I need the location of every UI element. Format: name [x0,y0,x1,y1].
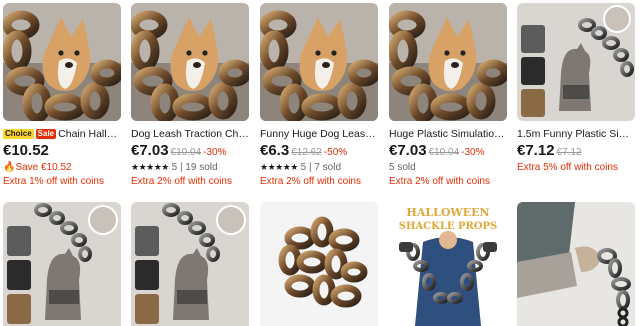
image-text-halloween: HALLOWEEN [406,206,489,219]
price-row: €7.03 €10.04 -30% [389,142,507,160]
price-row: €10.52 [3,142,121,160]
sold-count: 5 sold [389,162,416,173]
price-row: €6.3 €12.62 -50% [260,142,378,160]
product-image[interactable] [131,202,249,326]
product-image[interactable] [260,202,378,326]
rating-row: ★★★★★ 5 | 7 sold [260,161,378,174]
discount-badge: -50% [323,147,348,158]
product-price: €7.03 [389,142,427,159]
price-row: €7.12 €7.12 [517,142,635,160]
rating-value: 5 [171,162,178,173]
star-rating-icon: ★★★★★ [131,162,169,172]
star-rating-icon: ★★★★★ [260,162,298,172]
product-title[interactable]: Huge Plastic Simulation Iron Chain [389,127,507,141]
original-price: €10.04 [170,147,202,158]
coins-offer: Extra 2% off with coins [389,176,490,187]
coins-offer: Extra 2% off with coins [260,176,361,187]
rating-value: 5 [300,162,307,173]
original-price: €10.04 [428,147,460,158]
sold-count: | 19 sold [179,162,218,173]
save-amount: Save €10.52 [15,162,72,173]
coins-offer: Extra 2% off with coins [131,176,232,187]
product-image[interactable] [131,3,249,121]
product-image[interactable] [517,3,635,121]
choice-badge: Choice [3,129,34,139]
product-title[interactable]: ChoiceSaleChain Halloween Prop [3,127,121,141]
flame-icon: 🔥 [3,162,16,173]
product-price: €6.3 [260,142,290,159]
product-image[interactable] [260,3,378,121]
product-image[interactable]: HALLOWEEN SHACKLE PROPS [389,202,507,326]
price-row: €7.03 €10.04 -30% [131,142,249,160]
discount-badge: -30% [461,147,485,158]
product-price: €7.12 [517,142,555,159]
original-price: €7.12 [556,147,582,158]
coins-offer: Extra 5% off with coins [517,162,618,173]
product-image[interactable] [3,202,121,326]
product-price: €7.03 [131,142,169,159]
rating-row: ★★★★★ 5 | 19 sold [131,161,249,174]
coins-offer: Extra 1% off with coins [3,176,104,187]
product-image[interactable] [517,202,635,326]
product-price: €10.52 [3,142,49,159]
product-title-text: Chain Halloween Prop [58,128,121,140]
original-price: €12.62 [291,147,322,158]
product-image[interactable] [389,3,507,121]
product-title[interactable]: Funny Huge Dog Leash Simulation [260,127,378,141]
savings-row: 🔥Save €10.52 [3,161,121,174]
sold-count: | 7 sold [308,162,342,173]
product-title[interactable]: Dog Leash Traction Chain Halloween [131,127,249,141]
image-text-shackle-props: SHACKLE PROPS [399,221,498,232]
product-title[interactable]: 1.5m Funny Plastic Simulation Chain [517,127,635,141]
product-image[interactable] [3,3,121,121]
discount-badge: -30% [203,147,227,158]
sale-badge: Sale [35,129,57,139]
